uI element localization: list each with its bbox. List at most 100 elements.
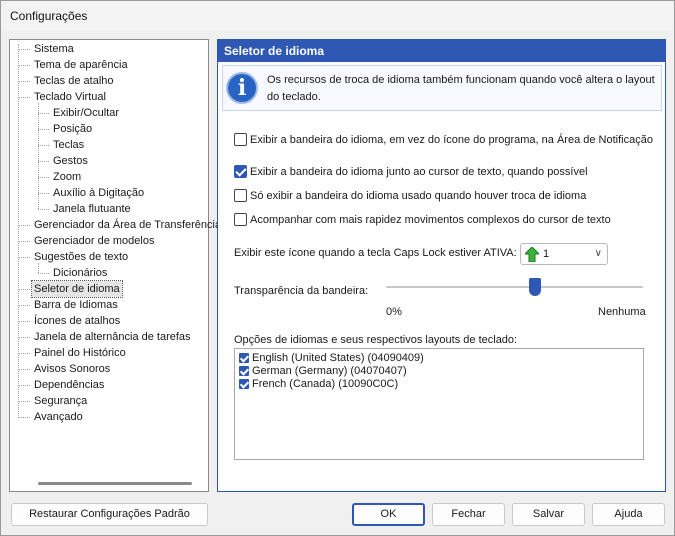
tree-horizontal-scrollbar[interactable]	[38, 482, 192, 485]
tree-item[interactable]: Segurança	[19, 393, 89, 409]
tree-item-label: Gerenciador de modelos	[34, 235, 155, 247]
tree-item[interactable]: Exibir/Ocultar	[38, 105, 121, 121]
tree-item-label: Tema de aparência	[34, 59, 128, 71]
green-up-arrow-icon	[525, 247, 539, 262]
language-selector-panel: Seletor de idioma i Os recursos de troca…	[217, 39, 666, 492]
tree-item[interactable]: Gerenciador da Área de Transferência	[19, 217, 223, 233]
info-icon: i	[226, 72, 258, 104]
chevron-down-icon: ∨	[594, 248, 602, 259]
tree-item-label: Posição	[53, 123, 93, 135]
ok-button[interactable]: OK	[352, 503, 425, 526]
option-label: Acompanhar com mais rapidez movimentos c…	[250, 214, 611, 226]
tree-item[interactable]: Dicionários	[38, 265, 109, 281]
tree-item-label: Seletor de idioma	[34, 283, 120, 295]
tree-item[interactable]: Avançado	[19, 409, 85, 425]
option-label: Só exibir a bandeira do idioma usado qua…	[250, 190, 587, 202]
restore-defaults-button[interactable]: Restaurar Configurações Padrão	[11, 503, 208, 526]
title-bar: Configurações	[1, 1, 674, 31]
tree-item[interactable]: Janela flutuante	[38, 201, 133, 217]
checkbox[interactable]	[239, 366, 249, 376]
tree-connector	[19, 305, 30, 306]
transparency-max-label: Nenhuma	[598, 306, 646, 318]
tree-item[interactable]: Teclado Virtual	[19, 89, 108, 105]
transparency-slider-track[interactable]	[386, 286, 643, 288]
tree-item[interactable]: Teclas de atalho	[19, 73, 116, 89]
tree-item-label: Avançado	[34, 411, 83, 423]
tree-item-label: Segurança	[34, 395, 88, 407]
tree-item-label: Janela flutuante	[53, 203, 131, 215]
tree-connector	[38, 113, 49, 114]
tree-connector	[18, 44, 19, 418]
tree-item-label: Teclado Virtual	[34, 91, 106, 103]
transparency-min-label: 0%	[386, 306, 402, 318]
caps-lock-icon-select[interactable]: 1 ∨	[520, 243, 608, 265]
checkbox[interactable]	[234, 189, 247, 202]
tree-item-label: Sistema	[34, 43, 74, 55]
close-button[interactable]: Fechar	[432, 503, 505, 526]
tree-item-label: Avisos Sonoros	[34, 363, 111, 375]
tree-connector	[38, 273, 49, 274]
tree-item-label: Teclas	[53, 139, 85, 151]
tree-connector	[19, 97, 30, 98]
tree-item[interactable]: Gestos	[38, 153, 90, 169]
transparency-slider-thumb[interactable]	[529, 278, 542, 296]
language-label: French (Canada) (10090C0C)	[252, 378, 399, 390]
tree-connector	[19, 49, 30, 50]
tree-connector	[38, 193, 49, 194]
tree-item-label: Exibir/Ocultar	[53, 107, 120, 119]
tree-item-label: Zoom	[53, 171, 82, 183]
checkbox[interactable]	[239, 353, 249, 363]
checkbox[interactable]	[239, 379, 249, 389]
window-title: Configurações	[10, 9, 88, 23]
tree-item[interactable]: Auxílio à Digitação	[38, 185, 146, 201]
tree-connector	[19, 401, 30, 402]
tree-connector	[38, 103, 39, 209]
tree-item-label: Teclas de atalho	[34, 75, 114, 87]
tree-item[interactable]: Janela de alternância de tarefas	[19, 329, 193, 345]
info-text: Os recursos de troca de idioma também fu…	[267, 74, 655, 103]
tree-connector	[19, 81, 30, 82]
tree-item-label: Auxílio à Digitação	[53, 187, 145, 199]
tree-item[interactable]: Teclas	[38, 137, 86, 153]
tree-item[interactable]: Tema de aparência	[19, 57, 130, 73]
tree-connector	[19, 257, 30, 258]
checkbox[interactable]	[234, 213, 247, 226]
option-label: Exibir a bandeira do idioma, em vez do í…	[250, 134, 653, 146]
tree-item-label: Janela de alternância de tarefas	[34, 331, 191, 343]
tree-connector	[38, 209, 49, 210]
tree-connector	[19, 417, 30, 418]
tree-connector	[38, 161, 49, 162]
tree-item-label: Ícones de atalhos	[34, 315, 121, 327]
tree-item[interactable]: Posição	[38, 121, 94, 137]
tree-item[interactable]: Barra de Idiomas	[19, 297, 120, 313]
tree-item[interactable]: Sistema	[19, 41, 76, 57]
tree-connector	[19, 225, 30, 226]
tree-item[interactable]: Dependências	[19, 377, 106, 393]
settings-tree[interactable]: Sistema Tema de aparência Teclas de atalho…	[9, 39, 221, 492]
tree-connector	[38, 145, 49, 146]
tree-connector	[38, 263, 39, 273]
tree-item[interactable]: Zoom	[38, 169, 83, 185]
tree-item[interactable]: Sugestões de texto	[19, 249, 130, 265]
tree-item[interactable]: Painel do Histórico	[19, 345, 128, 361]
tree-item[interactable]: Ícones de atalhos	[19, 313, 122, 329]
checkbox[interactable]	[234, 133, 247, 146]
help-button[interactable]: Ajuda	[592, 503, 665, 526]
tree-item[interactable]: Avisos Sonoros	[19, 361, 112, 377]
tree-connector	[38, 177, 49, 178]
info-box: i Os recursos de troca de idioma também …	[222, 65, 662, 111]
option-label: Exibir a bandeira do idioma junto ao cur…	[250, 166, 588, 178]
caps-lock-value: 1	[543, 248, 550, 260]
caps-lock-label: Exibir este ícone quando a tecla Caps Lo…	[234, 247, 517, 259]
tree-connector	[19, 385, 30, 386]
tree-item-label: Dependências	[34, 379, 105, 391]
tree-item[interactable]: Gerenciador de modelos	[19, 233, 156, 249]
language-label: German (Germany) (04070407)	[252, 365, 407, 377]
save-button[interactable]: Salvar	[512, 503, 585, 526]
tree-connector	[19, 241, 30, 242]
languages-list[interactable]: English (United States) (04090409) Germa…	[234, 348, 644, 460]
tree-item[interactable]: Seletor de idioma	[19, 280, 123, 298]
checkbox[interactable]	[234, 165, 247, 178]
tree-connector	[19, 369, 30, 370]
tree-item-label: Gestos	[53, 155, 88, 167]
